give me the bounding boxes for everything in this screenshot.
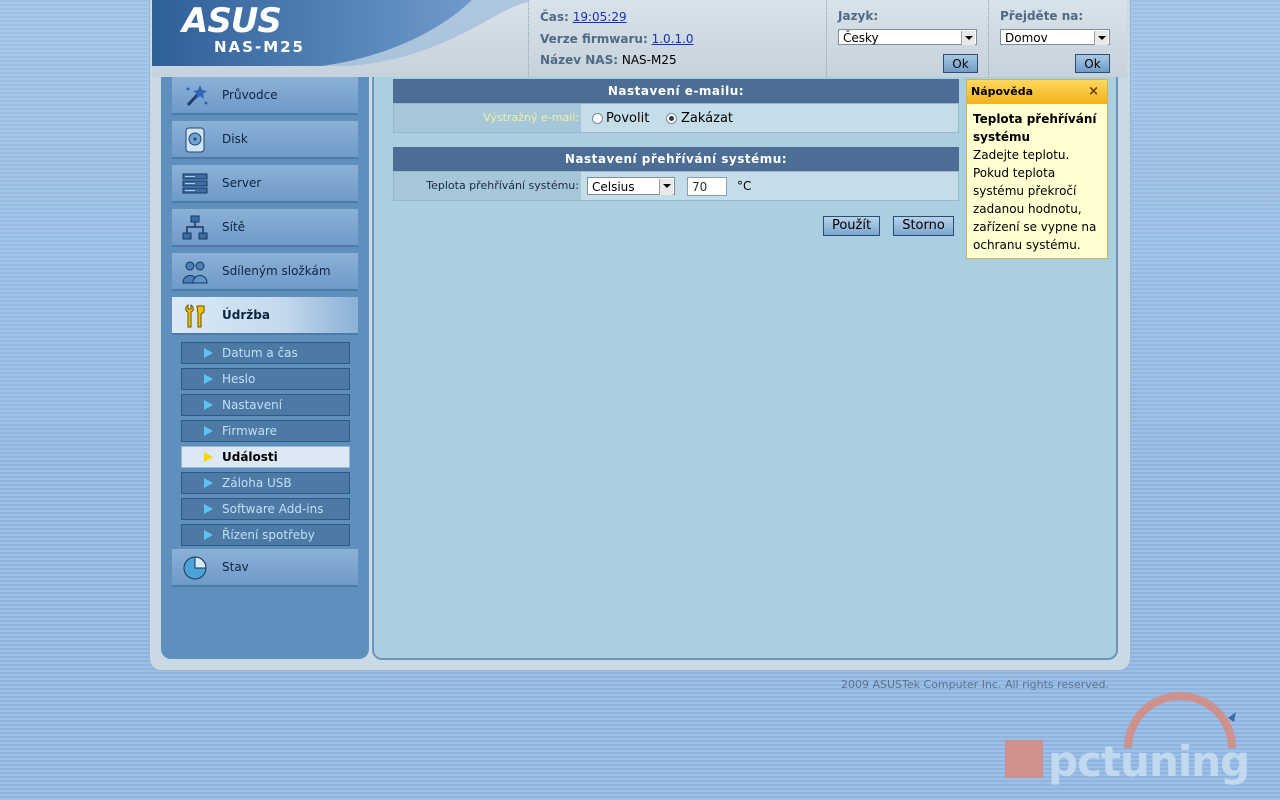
radio-enable-label: Povolit: [606, 111, 650, 126]
language-select-value: Česky: [843, 31, 879, 45]
subnav-item-firmware[interactable]: Firmware: [181, 420, 350, 442]
subnav-item-settings[interactable]: Nastavení: [181, 394, 350, 416]
subnav-item-power-management[interactable]: Řízení spotřeby: [181, 524, 350, 546]
shared-folders-icon: [182, 261, 208, 284]
sidebar-item-shared-folders[interactable]: Sdíleným složkám: [172, 253, 358, 291]
arrow-right-icon: [204, 374, 213, 384]
sidebar-item-label: Průvodce: [222, 88, 278, 102]
sidebar-item-label: Sdíleným složkám: [222, 264, 331, 278]
subnav-label: Datum a čas: [222, 346, 298, 360]
arrow-right-icon: [204, 426, 213, 436]
subnav-item-usb-backup[interactable]: Záloha USB: [181, 472, 350, 494]
header-divider: [826, 0, 827, 77]
subnav-label: Heslo: [222, 372, 256, 386]
goto-select-value: Domov: [1005, 31, 1048, 45]
overheat-row: Teplota přehřívání systému: Celsius 70 °…: [393, 171, 959, 201]
firmware-label: Verze firmwaru:: [540, 32, 648, 46]
sidebar-item-label: Sítě: [222, 220, 246, 234]
server-icon: [182, 173, 208, 194]
asus-logo: ASUS: [182, 1, 282, 41]
subnav-label: Události: [222, 450, 278, 464]
help-panel: Nápověda × Teplota přehřívání systému Za…: [966, 79, 1108, 259]
arrow-right-icon: [204, 348, 213, 358]
radio-enable[interactable]: [592, 113, 603, 124]
subnav-item-events[interactable]: Události: [181, 446, 350, 468]
help-header: Nápověda ×: [967, 80, 1107, 104]
maintenance-tools-icon: [185, 304, 205, 328]
arrow-right-icon: [204, 504, 213, 514]
arrow-right-icon: [204, 400, 213, 410]
sidebar-item-server[interactable]: Server: [172, 165, 358, 203]
sidebar-item-network[interactable]: Sítě: [172, 209, 358, 247]
overheat-section-title: Nastavení přehřívání systému:: [393, 147, 959, 171]
sidebar-item-disk[interactable]: Disk: [172, 121, 358, 159]
firmware-link[interactable]: 1.0.1.0: [652, 32, 694, 46]
subnav-item-date-time[interactable]: Datum a čas: [181, 342, 350, 364]
sidebar-item-label: Údržba: [222, 308, 270, 322]
arrow-right-icon: [204, 478, 213, 488]
disk-icon: [185, 127, 205, 153]
subnav-item-software-addins[interactable]: Software Add-ins: [181, 498, 350, 520]
temperature-unit-select[interactable]: Celsius: [587, 177, 675, 195]
help-body: Teplota přehřívání systému Zadejte teplo…: [973, 110, 1105, 254]
sidebar-item-wizard[interactable]: Průvodce: [172, 77, 358, 115]
language-select[interactable]: Česky: [838, 29, 977, 45]
nas-name-value: NAS-M25: [621, 53, 677, 67]
header-divider: [988, 0, 989, 77]
sidebar-item-label: Server: [222, 176, 262, 190]
goto-select[interactable]: Domov: [1000, 29, 1110, 45]
overheat-label: Teplota přehřívání systému:: [394, 172, 581, 200]
subnav-label: Řízení spotřeby: [222, 528, 315, 542]
temperature-unit-suffix: °C: [737, 179, 752, 193]
apply-button[interactable]: Použít: [823, 216, 880, 236]
subnav-item-password[interactable]: Heslo: [181, 368, 350, 390]
sidebar-item-label: Stav: [222, 560, 249, 574]
email-alert-row: Výstražný e-mail: Povolit Zakázat: [393, 103, 959, 133]
help-title: Nápověda: [971, 85, 1033, 98]
status-icon: [183, 556, 207, 580]
email-alert-label: Výstražný e-mail:: [394, 104, 581, 132]
temperature-input[interactable]: 70: [687, 177, 727, 196]
nas-name-label: Název NAS:: [540, 53, 619, 67]
arrow-right-icon: [204, 530, 213, 540]
model-name: NAS-M25: [214, 38, 305, 56]
sidebar-item-label: Disk: [222, 132, 248, 146]
arrow-right-icon: [204, 452, 213, 462]
close-icon[interactable]: ×: [1088, 80, 1099, 104]
sidebar-item-maintenance[interactable]: Údržba: [172, 297, 358, 335]
chevron-down-icon: [961, 31, 975, 45]
subnav-label: Software Add-ins: [222, 502, 324, 516]
pctuning-watermark-logo: pctuning: [1005, 692, 1250, 786]
subnav-label: Firmware: [222, 424, 277, 438]
header-divider: [528, 0, 529, 77]
goto-label: Přejděte na:: [1000, 9, 1084, 23]
watermark-text: pctuning: [1048, 737, 1249, 786]
time-label: Čas:: [540, 10, 569, 24]
time-link[interactable]: 19:05:29: [573, 10, 627, 24]
email-section-title: Nastavení e-mailu:: [393, 79, 959, 103]
wizard-wand-icon: [186, 85, 208, 107]
goto-ok-button[interactable]: Ok: [1075, 54, 1110, 73]
subnav-label: Záloha USB: [222, 476, 292, 490]
sidebar-item-status[interactable]: Stav: [172, 549, 358, 587]
chevron-down-icon: [1094, 31, 1108, 45]
temperature-unit-value: Celsius: [592, 180, 635, 194]
help-heading: Teplota přehřívání systému: [973, 112, 1097, 144]
radio-disable[interactable]: [666, 113, 677, 124]
radio-disable-label: Zakázat: [681, 111, 734, 126]
language-label: Jazyk:: [838, 9, 879, 23]
cancel-button[interactable]: Storno: [893, 216, 954, 236]
network-icon: [182, 215, 208, 240]
time-row: Čas: 19:05:29: [540, 10, 627, 24]
language-ok-button[interactable]: Ok: [943, 54, 978, 73]
nas-name-row: Název NAS: NAS-M25: [540, 53, 677, 67]
chevron-down-icon: [659, 179, 673, 195]
subnav-label: Nastavení: [222, 398, 283, 412]
firmware-row: Verze firmwaru: 1.0.1.0: [540, 32, 694, 46]
help-text: Zadejte teplotu. Pokud teplota systému p…: [973, 148, 1097, 252]
